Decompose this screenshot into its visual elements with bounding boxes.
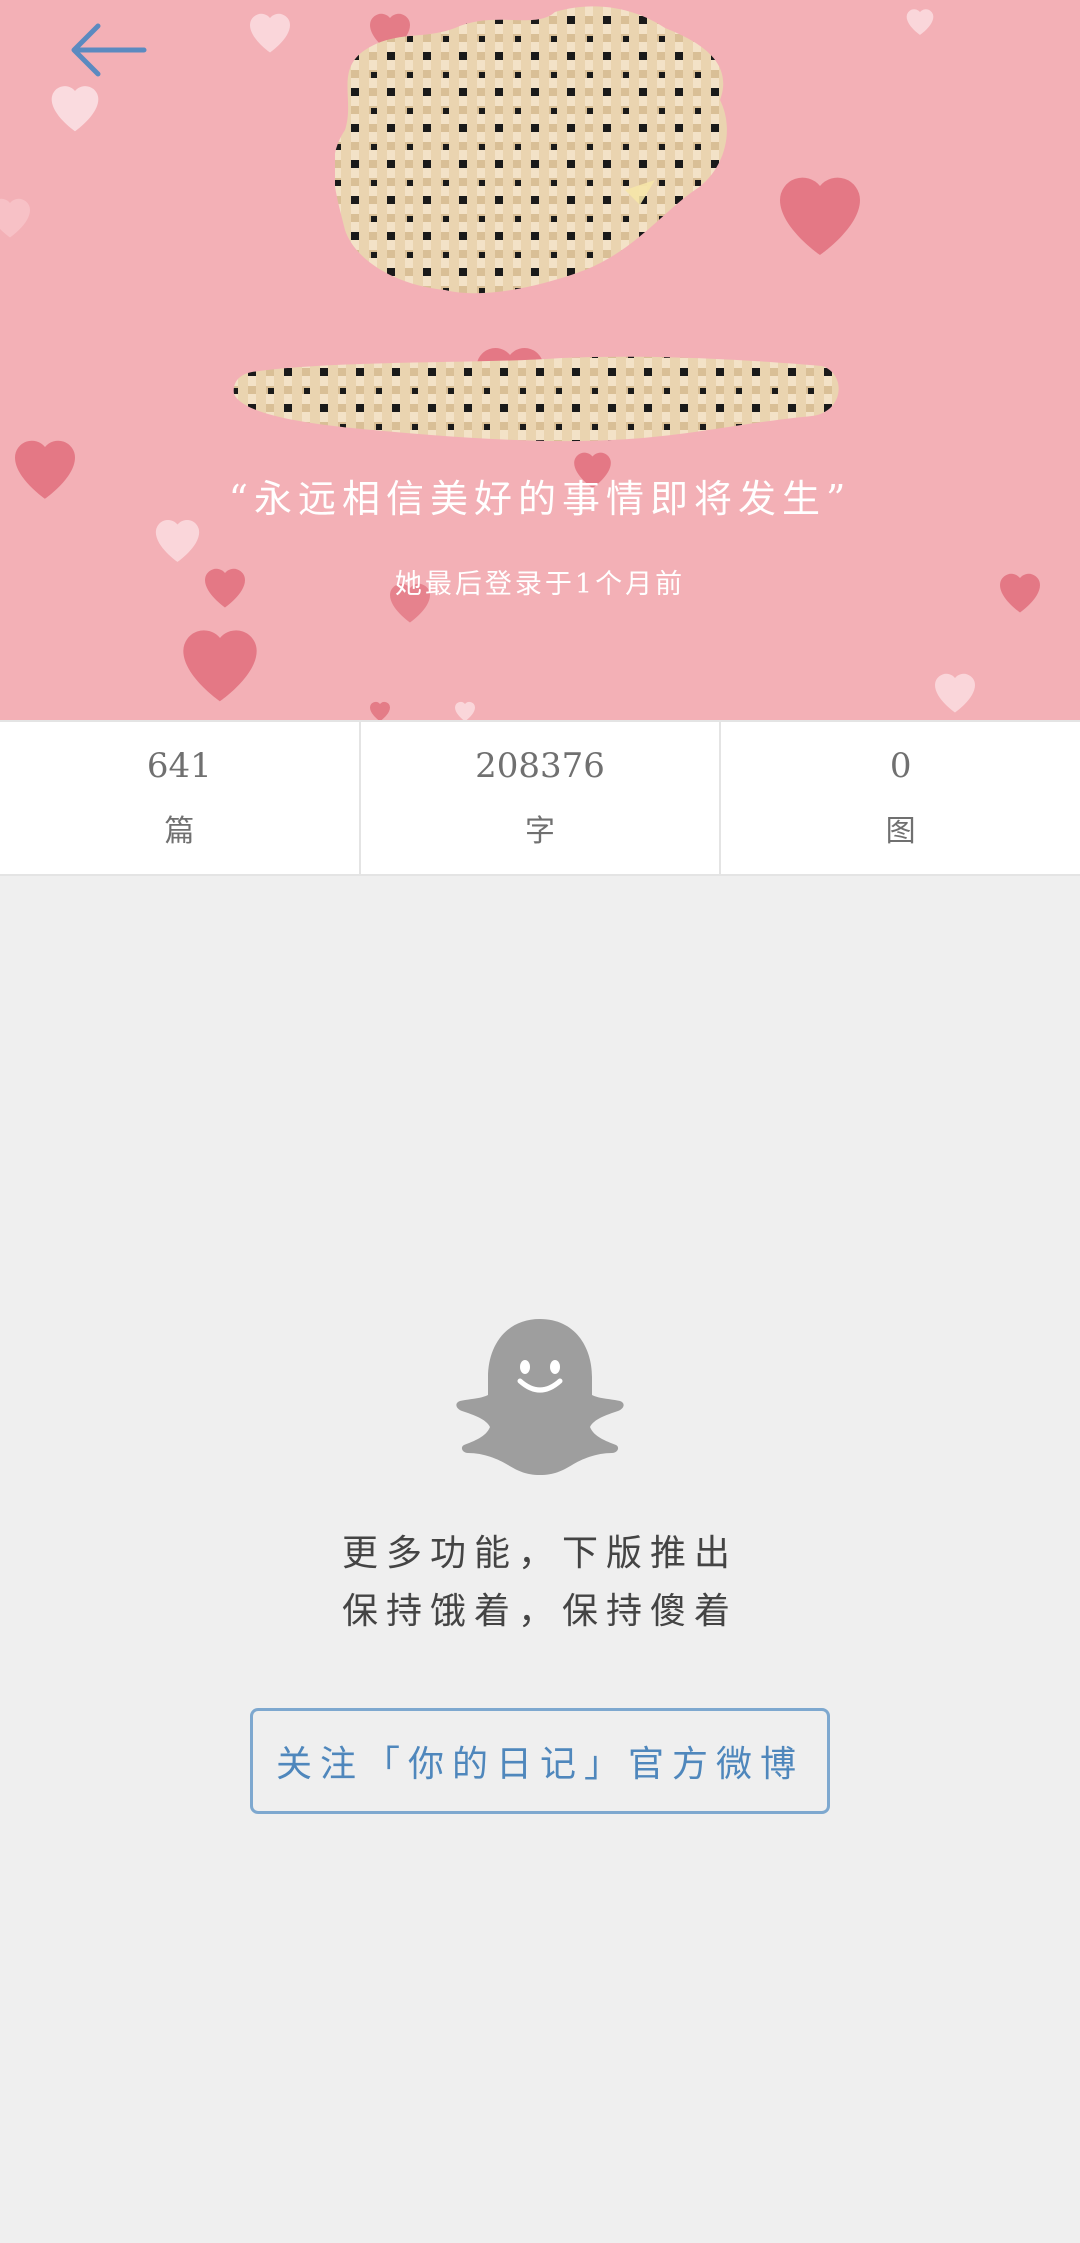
empty-state-line-1: 更多功能，下版推出 <box>341 1533 738 1574</box>
stat-value: 641 <box>146 746 212 786</box>
stat-label: 图 <box>885 814 916 849</box>
heart-decoration-icon <box>0 198 30 238</box>
stat-characters[interactable]: 208376 字 <box>358 722 720 874</box>
stat-entries[interactable]: 641 篇 <box>0 722 359 874</box>
follow-weibo-button[interactable]: 关注「你的日记」官方微博 <box>250 1708 830 1814</box>
heart-decoration-icon <box>370 701 390 720</box>
avatar <box>335 6 727 294</box>
empty-state-message: 更多功能，下版推出 保持饿着，保持傻着 <box>0 1525 1080 1641</box>
profile-motto: “永远相信美好的事情即将发生” <box>228 477 852 521</box>
heart-decoration-icon <box>455 701 475 720</box>
stat-label: 篇 <box>164 814 195 849</box>
heart-decoration-icon <box>935 673 975 713</box>
last-login-text: 她最后登录于1个月前 <box>394 569 686 600</box>
username-mosaic <box>233 356 839 442</box>
heart-decoration-icon <box>250 13 290 53</box>
stat-label: 字 <box>525 814 555 849</box>
stats-bar: 641 篇 208376 字 0 图 <box>0 720 1080 876</box>
stat-value: 0 <box>889 746 912 786</box>
back-button[interactable] <box>58 10 158 90</box>
stat-images[interactable]: 0 图 <box>719 722 1080 874</box>
profile-header: “永远相信美好的事情即将发生” 她最后登录于1个月前 <box>0 0 1080 720</box>
empty-state-line-2: 保持饿着，保持傻着 <box>341 1591 738 1632</box>
heart-decoration-icon <box>183 630 257 702</box>
ghost-icon <box>456 1319 624 1475</box>
heart-decoration-icon <box>906 9 934 35</box>
arrow-left-icon <box>71 23 147 77</box>
stat-value: 208376 <box>475 746 605 786</box>
heart-decoration-icon <box>780 177 860 255</box>
